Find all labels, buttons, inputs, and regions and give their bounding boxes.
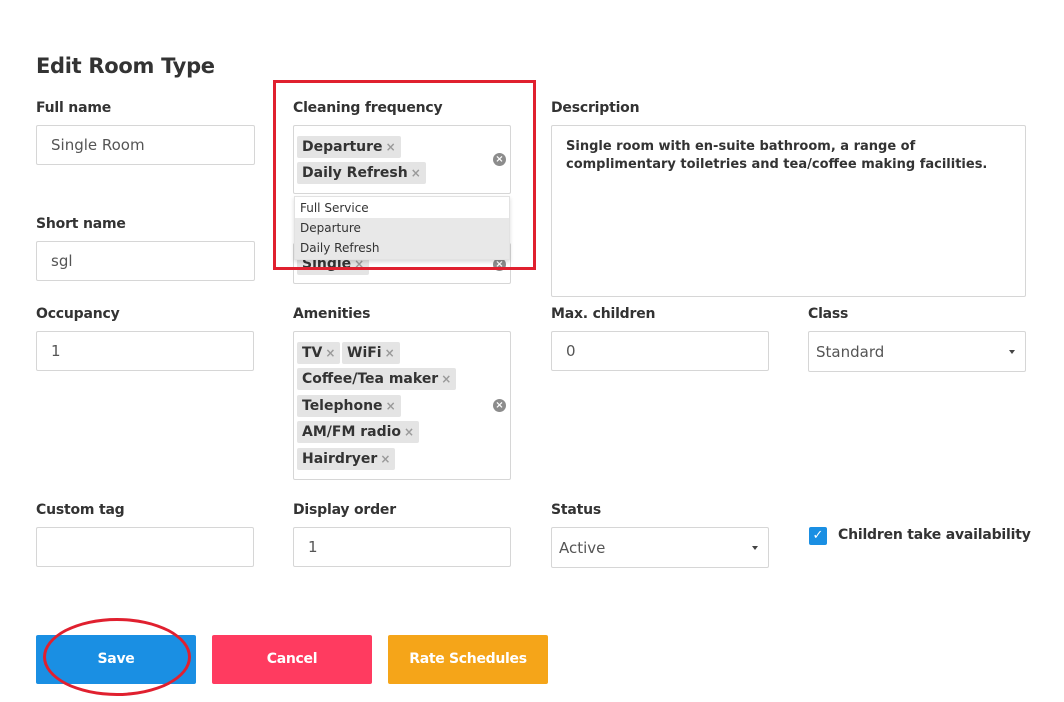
remove-icon[interactable]: × xyxy=(411,166,421,180)
max-children-input[interactable]: 0 xyxy=(551,331,769,371)
class-label: Class xyxy=(808,306,849,322)
full-name-input[interactable]: Single Room xyxy=(36,125,255,165)
children-take-availability-label: Children take availability xyxy=(838,527,1031,543)
check-icon: ✓ xyxy=(812,528,824,543)
custom-tag-input[interactable] xyxy=(36,527,254,567)
clear-icon[interactable]: × xyxy=(493,153,506,166)
cleaning-frequency-select[interactable]: Departure × Daily Refresh × × xyxy=(293,125,511,194)
remove-icon[interactable]: × xyxy=(441,372,451,386)
description-label: Description xyxy=(551,100,640,116)
tag-label: Departure xyxy=(302,139,383,155)
tag-label: TV xyxy=(302,345,323,361)
remove-icon[interactable]: × xyxy=(404,425,414,439)
tag-label: Hairdryer xyxy=(302,451,378,467)
clear-icon[interactable]: × xyxy=(493,399,506,412)
remove-icon[interactable]: × xyxy=(386,140,396,154)
remove-icon[interactable]: × xyxy=(385,346,395,360)
class-select-value: Standard xyxy=(816,343,885,361)
remove-icon[interactable]: × xyxy=(386,399,396,413)
class-select[interactable]: Standard xyxy=(808,331,1026,372)
tag-daily-refresh: Daily Refresh × xyxy=(297,162,426,184)
option-departure[interactable]: Departure xyxy=(295,218,509,239)
tag-coffee-tea-maker: Coffee/Tea maker × xyxy=(297,368,457,390)
save-button[interactable]: Save xyxy=(36,635,196,684)
display-order-label: Display order xyxy=(293,502,396,518)
cleaning-frequency-label: Cleaning frequency xyxy=(293,100,443,116)
short-name-input[interactable]: sgl xyxy=(36,241,255,281)
occupancy-label: Occupancy xyxy=(36,306,120,322)
max-children-label: Max. children xyxy=(551,306,656,322)
cancel-button[interactable]: Cancel xyxy=(212,635,372,684)
tag-label: WiFi xyxy=(347,345,382,361)
status-select[interactable]: Active xyxy=(551,527,769,568)
amenities-label: Amenities xyxy=(293,306,371,322)
description-textarea[interactable]: Single room with en-suite bathroom, a ra… xyxy=(551,125,1026,297)
short-name-label: Short name xyxy=(36,216,126,232)
option-daily-refresh[interactable]: Daily Refresh xyxy=(295,238,509,259)
tag-departure: Departure × xyxy=(297,136,401,158)
tag-wifi: WiFi × xyxy=(342,342,400,364)
display-order-input[interactable]: 1 xyxy=(293,527,511,567)
custom-tag-label: Custom tag xyxy=(36,502,125,518)
page-title: Edit Room Type xyxy=(36,54,215,78)
status-label: Status xyxy=(551,502,602,518)
tag-am-fm-radio: AM/FM radio × xyxy=(297,421,420,443)
tag-tv: TV × xyxy=(297,342,341,364)
chevron-down-icon xyxy=(752,546,758,550)
tag-label: Telephone xyxy=(302,398,383,414)
tag-label: Coffee/Tea maker xyxy=(302,371,439,387)
full-name-label: Full name xyxy=(36,100,112,116)
tag-label: Daily Refresh xyxy=(302,165,408,181)
option-full-service[interactable]: Full Service xyxy=(295,198,509,219)
tag-telephone: Telephone × xyxy=(297,395,401,417)
remove-icon[interactable]: × xyxy=(380,452,390,466)
cleaning-frequency-dropdown: Full Service Departure Daily Refresh xyxy=(294,196,510,260)
remove-icon[interactable]: × xyxy=(325,346,335,360)
chevron-down-icon xyxy=(1009,350,1015,354)
status-select-value: Active xyxy=(559,539,606,557)
occupancy-input[interactable]: 1 xyxy=(36,331,254,371)
children-take-availability-checkbox[interactable]: ✓ xyxy=(809,527,827,545)
tag-label: AM/FM radio xyxy=(302,424,402,440)
rate-schedules-button[interactable]: Rate Schedules xyxy=(388,635,548,684)
amenities-select[interactable]: TV × WiFi × Coffee/Tea maker × Telephone × A… xyxy=(293,331,511,480)
tag-hairdryer: Hairdryer × xyxy=(297,448,396,470)
